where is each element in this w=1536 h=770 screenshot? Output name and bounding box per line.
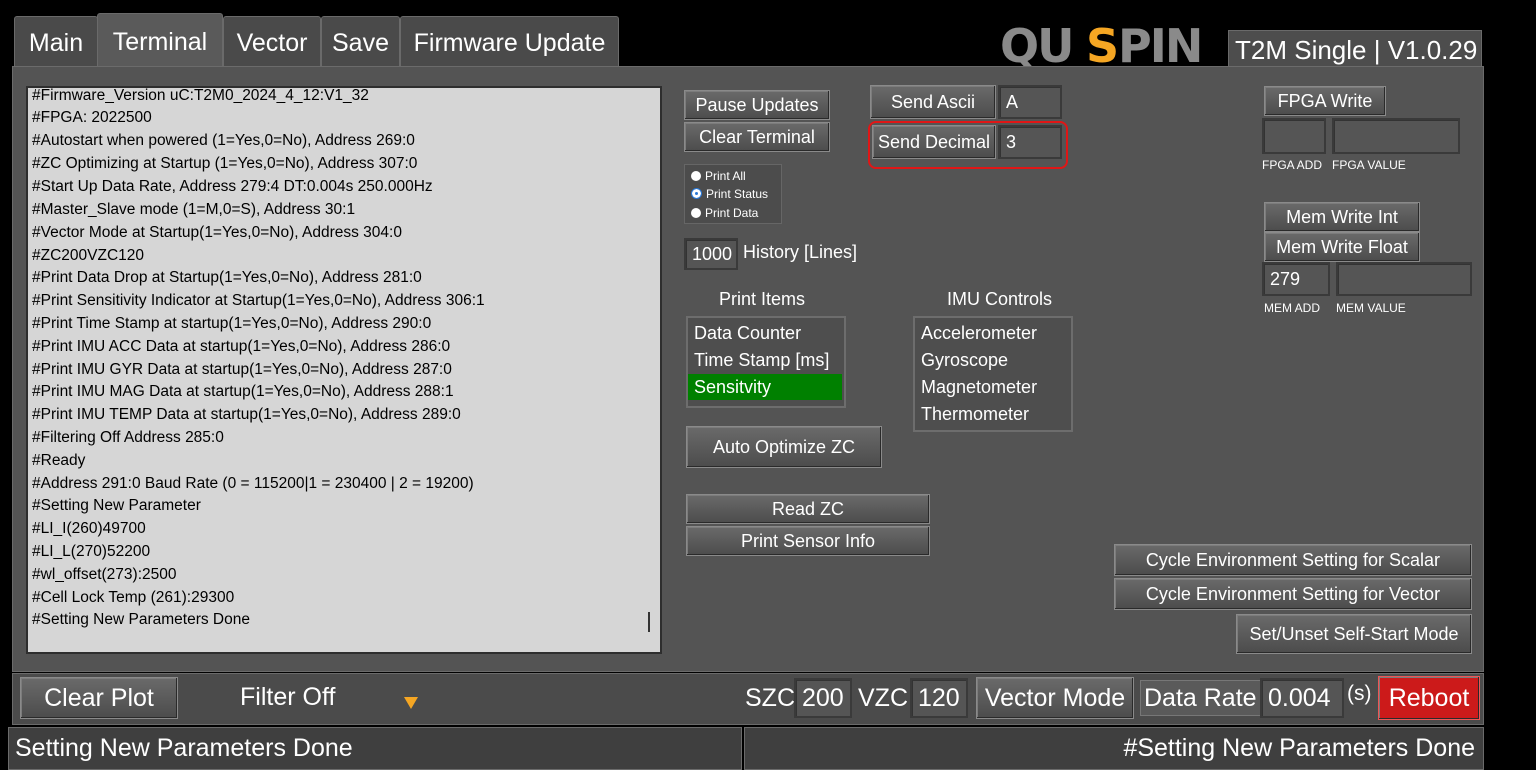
- quspin-logo: QU S PIN: [1000, 19, 1226, 73]
- svg-text:QU: QU: [1000, 22, 1072, 68]
- status-bar-left: Setting New Parameters Done: [8, 727, 742, 770]
- mem-value-label: MEM VALUE: [1336, 301, 1406, 315]
- clear-terminal-button[interactable]: Clear Terminal: [684, 122, 830, 152]
- list-item[interactable]: Thermometer: [921, 401, 1029, 427]
- chevron-down-icon: [404, 697, 418, 709]
- send-ascii-button[interactable]: Send Ascii: [870, 85, 996, 119]
- svg-text:S: S: [1086, 22, 1119, 68]
- radio-empty-icon: [691, 207, 701, 218]
- terminal-line: #Filtering Off Address 285:0: [32, 429, 224, 446]
- terminal-line: #Vector Mode at Startup(1=Yes,0=No), Add…: [32, 224, 402, 241]
- status-last-line: #Setting New Parameters Done: [1123, 734, 1475, 762]
- radio-empty-icon: [691, 170, 701, 181]
- terminal-output[interactable]: #Firmware_Version uC:T2M0_2024_4_12:V1_3…: [26, 86, 662, 654]
- filter-select-value: Filter Off: [240, 683, 336, 711]
- terminal-cursor: [648, 612, 650, 632]
- vzc-label: VZC: [858, 684, 908, 712]
- data-rate-input[interactable]: 0.004: [1260, 678, 1344, 718]
- terminal-line: #Print Sensitivity Indicator at Startup(…: [32, 292, 485, 309]
- list-item[interactable]: Gyroscope: [921, 347, 1008, 373]
- mem-write-int-button[interactable]: Mem Write Int: [1264, 202, 1420, 232]
- terminal-line: #Print IMU ACC Data at startup(1=Yes,0=N…: [32, 338, 451, 355]
- terminal-line: #Print Time Stamp at startup(1=Yes,0=No)…: [32, 315, 432, 332]
- mem-add-label: MEM ADD: [1264, 301, 1321, 315]
- status-message: Setting New Parameters Done: [15, 734, 353, 762]
- terminal-line: #Master_Slave mode (1=M,0=S), Address 30…: [32, 201, 356, 218]
- terminal-line: #Address 291:0 Baud Rate (0 = 115200|1 =…: [32, 475, 474, 492]
- history-lines-input[interactable]: 1000: [684, 238, 738, 270]
- terminal-line: #Setting New Parameter: [32, 497, 201, 514]
- tab-main[interactable]: Main: [14, 16, 98, 67]
- self-start-mode-button[interactable]: Set/Unset Self-Start Mode: [1236, 614, 1472, 654]
- vzc-input[interactable]: 120: [910, 678, 968, 718]
- mem-value-input[interactable]: [1336, 262, 1472, 296]
- data-rate-unit: (s): [1347, 682, 1372, 705]
- fpga-value-input[interactable]: [1332, 118, 1460, 154]
- mem-add-input[interactable]: 279: [1262, 262, 1330, 296]
- reboot-button[interactable]: Reboot: [1378, 676, 1480, 720]
- szc-input[interactable]: 200: [794, 678, 852, 718]
- list-item-selected[interactable]: Sensitvity: [688, 374, 842, 400]
- cycle-scalar-button[interactable]: Cycle Environment Setting for Scalar: [1114, 544, 1472, 576]
- fpga-write-button[interactable]: FPGA Write: [1264, 86, 1386, 116]
- terminal-line: #Print IMU GYR Data at startup(1=Yes,0=N…: [32, 361, 452, 378]
- terminal-line: #Print IMU MAG Data at startup(1=Yes,0=N…: [32, 383, 454, 400]
- terminal-line: #FPGA: 2022500: [32, 109, 152, 126]
- terminal-line: #Firmware_Version uC:T2M0_2024_4_12:V1_3…: [32, 87, 369, 104]
- clear-plot-button[interactable]: Clear Plot: [20, 677, 178, 719]
- fpga-add-input[interactable]: [1262, 118, 1326, 154]
- tab-terminal[interactable]: Terminal: [97, 13, 223, 69]
- print-items-label: Print Items: [719, 289, 806, 309]
- tab-vector[interactable]: Vector: [223, 16, 321, 67]
- history-lines-label: History [Lines]: [743, 242, 858, 262]
- mem-write-float-button[interactable]: Mem Write Float: [1264, 232, 1420, 262]
- terminal-line: #Ready: [32, 452, 86, 469]
- imu-controls-label: IMU Controls: [947, 289, 1053, 309]
- terminal-line: #LI_L(270)52200: [32, 543, 151, 560]
- radio-selected-icon: [691, 188, 702, 200]
- print-status-label: Print Status: [706, 187, 769, 201]
- app-title: T2M Single | V1.0.29: [1228, 30, 1482, 68]
- terminal-line: #Print IMU TEMP Data at startup(1=Yes,0=…: [32, 406, 461, 423]
- terminal-line: #Setting New Parameters Done: [32, 611, 250, 628]
- list-item[interactable]: Magnetometer: [921, 374, 1037, 400]
- vector-mode-button[interactable]: Vector Mode: [976, 677, 1134, 719]
- send-ascii-input[interactable]: A: [998, 85, 1062, 119]
- send-decimal-highlight: [868, 121, 1068, 169]
- pause-updates-button[interactable]: Pause Updates: [684, 90, 830, 120]
- read-zc-button[interactable]: Read ZC: [686, 494, 930, 524]
- auto-optimize-zc-button[interactable]: Auto Optimize ZC: [686, 426, 882, 468]
- terminal-line: #Print Data Drop at Startup(1=Yes,0=No),…: [32, 269, 422, 286]
- print-data-label: Print Data: [705, 206, 759, 220]
- data-rate-label: Data Rate: [1140, 680, 1261, 716]
- terminal-line: #LI_I(260)49700: [32, 520, 146, 537]
- print-status-radio[interactable]: Print Status: [691, 185, 768, 203]
- svg-text:PIN: PIN: [1118, 22, 1201, 68]
- szc-label: SZC: [745, 684, 795, 712]
- cycle-vector-button[interactable]: Cycle Environment Setting for Vector: [1114, 578, 1472, 610]
- tab-firmware-update[interactable]: Firmware Update: [400, 16, 619, 67]
- filter-select[interactable]: Filter Off: [182, 677, 418, 719]
- imu-controls-list[interactable]: Accelerometer Gyroscope Magnetometer The…: [913, 316, 1073, 432]
- print-items-list[interactable]: Data Counter Time Stamp [ms] Sensitvity: [686, 316, 846, 408]
- print-all-radio[interactable]: Print All: [691, 167, 746, 185]
- print-data-radio[interactable]: Print Data: [691, 204, 758, 222]
- list-item[interactable]: Time Stamp [ms]: [694, 347, 829, 373]
- print-sensor-info-button[interactable]: Print Sensor Info: [686, 526, 930, 556]
- tab-save[interactable]: Save: [321, 16, 400, 67]
- fpga-add-label: FPGA ADD: [1262, 158, 1323, 172]
- terminal-line: #wl_offset(273):2500: [32, 566, 177, 583]
- terminal-line: #ZC Optimizing at Startup (1=Yes,0=No), …: [32, 155, 418, 172]
- terminal-line: #Autostart when powered (1=Yes,0=No), Ad…: [32, 132, 415, 149]
- status-bar-right: #Setting New Parameters Done: [744, 727, 1484, 770]
- print-mode-radio-group: Print All Print Status Print Data: [684, 164, 782, 224]
- terminal-line: #Cell Lock Temp (261):29300: [32, 589, 235, 606]
- print-all-label: Print All: [705, 169, 746, 183]
- list-item[interactable]: Accelerometer: [921, 320, 1037, 346]
- terminal-line: #ZC200VZC120: [32, 247, 145, 264]
- terminal-line: #Start Up Data Rate, Address 279:4 DT:0.…: [32, 178, 433, 195]
- fpga-value-label: FPGA VALUE: [1332, 158, 1406, 172]
- list-item[interactable]: Data Counter: [694, 320, 801, 346]
